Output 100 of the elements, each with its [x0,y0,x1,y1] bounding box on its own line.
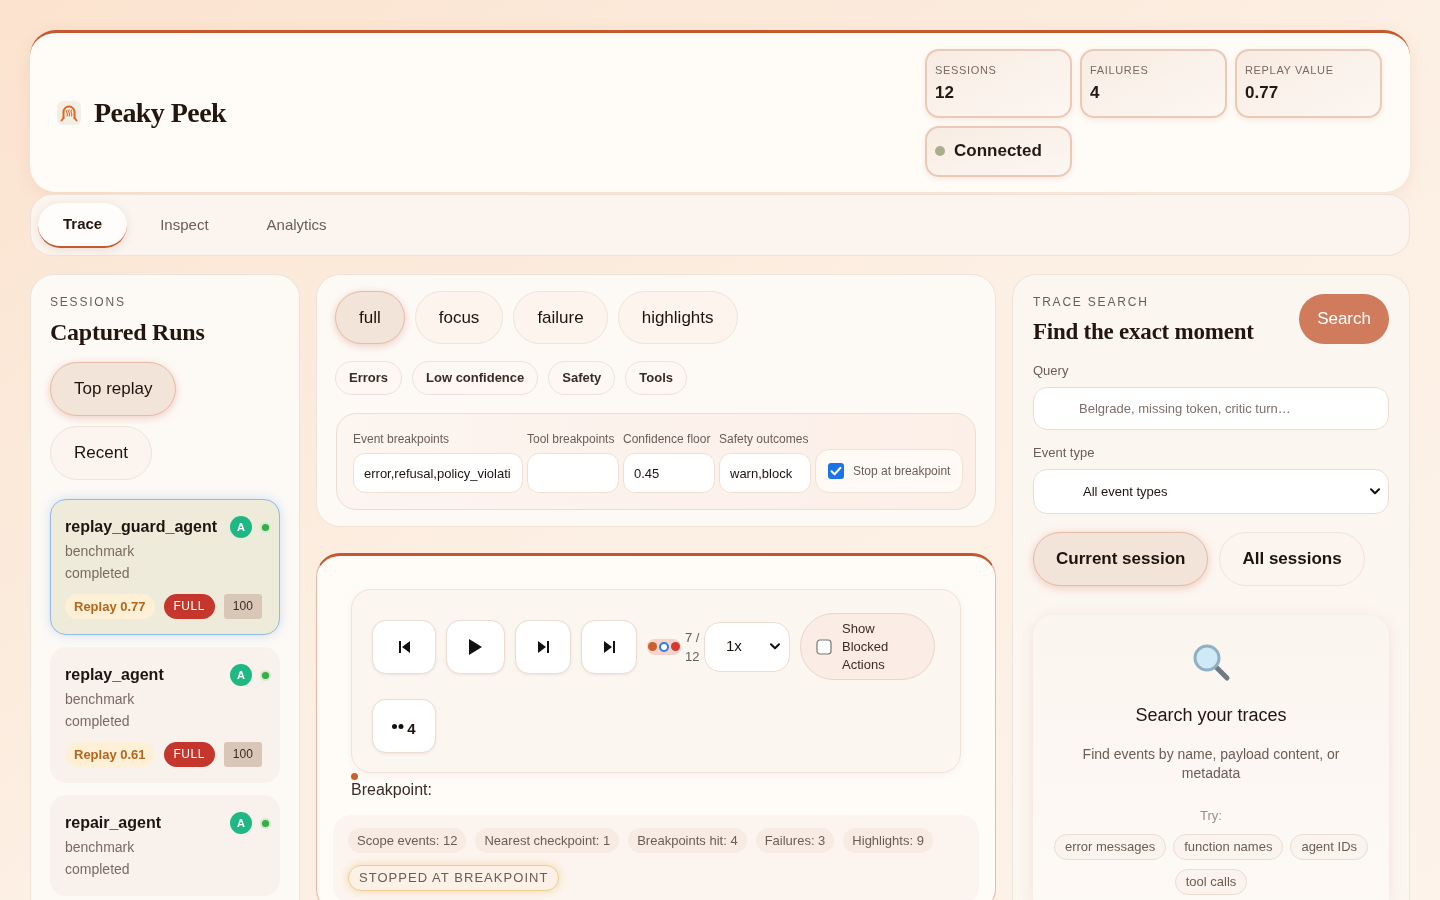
skip-forward-icon [537,640,549,653]
timeline-thumb[interactable] [659,641,669,652]
mode-badge: FULL [163,594,215,619]
panel-eyebrow: SESSIONS [50,294,127,310]
app-title: Peaky Peek [94,95,227,130]
field-label: Tool breakpoints [527,431,616,447]
stat-chip: Scope events: 12 [348,828,467,853]
sort-button[interactable]: Recent [50,426,152,480]
breakpoint-input[interactable]: 0.45 [623,453,715,493]
suggestion-chip[interactable]: function names [1173,834,1284,860]
stat-chip: Breakpoints hit: 4 [628,828,747,853]
mode-button[interactable]: failure [513,291,608,344]
mode-button[interactable]: focus [414,291,504,344]
replay-badge: Replay 0.77 [65,594,155,619]
stat-chip: Highlights: 9 [843,828,933,853]
checkbox[interactable] [828,463,844,479]
play-button[interactable] [446,619,505,674]
session-tag: benchmark [65,688,271,710]
event-type-select[interactable]: All event types [1033,469,1389,514]
status-dot-icon [260,669,271,681]
query-input[interactable]: Belgrade, missing token, critic turn… [1033,387,1389,430]
stat-label: SESSIONS [935,62,997,77]
scope-button[interactable]: All sessions [1219,532,1365,586]
skip-back-icon [398,640,410,653]
field-label: Event type [1033,444,1096,462]
panel-title: Captured Runs [50,318,206,347]
tab[interactable]: Inspect [135,202,234,248]
session-card[interactable]: replay_agent A benchmark completed Replay 0.61 FULL 100 [50,647,280,783]
tab[interactable]: Analytics [241,202,352,248]
status-dot-icon [260,817,271,829]
breakpoint-marker-icon [671,642,680,651]
stat-value: 0.77 [1245,82,1279,103]
session-tag: benchmark [65,540,271,562]
panel-title: Find the exact moment [1033,318,1254,346]
breakpoint-input[interactable] [527,453,619,493]
breakpoint-input[interactable]: warn,block [719,453,811,493]
filter-chip[interactable]: Errors [335,361,403,395]
stop-at-breakpoint-toggle[interactable]: Stop at breakpoint [815,449,964,493]
stat-label: FAILURES [1090,62,1149,77]
session-status: completed [65,860,131,879]
suggestion-chip[interactable]: tool calls [1174,869,1248,895]
sort-button[interactable]: Top replay [50,362,177,416]
session-status: completed [65,712,131,731]
filter-chip[interactable]: Low confidence [412,361,539,395]
connection-label: Connected [954,140,1042,162]
breakpoint-input[interactable]: error,refusal,policy_violati [353,453,523,493]
checkpoint-marker-icon [648,642,657,651]
agent-avatar: A [230,664,252,686]
suggestion-hint: Try: [1200,807,1222,825]
stat-chip: Nearest checkpoint: 1 [475,828,620,853]
count-badge: 100 [223,594,262,619]
tab[interactable]: Trace [38,202,128,248]
skip-back-button[interactable] [372,619,436,674]
checkbox[interactable] [816,638,832,655]
stat-chip: Failures: 3 [755,828,835,853]
step-forward-button[interactable] [515,619,571,674]
scope-button[interactable]: Current session [1033,532,1209,586]
chevron-down-icon [1370,488,1380,495]
agent-avatar: A [230,812,252,834]
logo-icon [57,100,81,125]
field-label: Confidence floor [623,431,712,447]
session-status: completed [65,564,131,583]
stat-label: REPLAY VALUE [1245,62,1334,77]
count-badge: 100 [223,742,262,767]
replay-badge: Replay 0.61 [65,742,155,767]
stat-value: 4 [1090,82,1100,103]
chevron-down-icon [770,643,780,650]
status-dot-icon [260,521,271,533]
field-label: Safety outcomes [719,431,810,447]
field-label: Query [1033,362,1070,380]
filter-chip[interactable]: Tools [625,361,687,395]
skip-forward-icon [603,640,615,653]
show-blocked-toggle[interactable]: Show Blocked Actions [800,613,935,680]
breakpoint-dot-icon [351,773,358,780]
mode-button[interactable]: full [335,291,405,344]
timeline-track[interactable] [647,638,681,655]
status-badge: STOPPED AT BREAKPOINT [348,865,560,891]
suggestion-chip[interactable]: agent IDs [1290,834,1369,860]
stat-value: 12 [935,82,954,103]
speed-select[interactable]: 1x [704,621,790,672]
search-icon [1191,642,1231,682]
position-counter: 7 / 12 [685,628,701,666]
skip-end-button[interactable] [581,619,637,674]
breakpoint-label: Breakpoint: [351,780,432,800]
suggestion-chip[interactable]: error messages [1053,834,1167,860]
panel-eyebrow: TRACE SEARCH [1033,294,1150,310]
agent-avatar: A [230,516,252,538]
two-dots-icon [392,723,405,729]
session-card[interactable]: repair_agent A benchmark completed [50,795,280,896]
mode-button[interactable]: highlights [617,291,738,344]
session-name: replay_guard_agent [65,517,219,537]
field-label: Event breakpoints [353,431,451,447]
filter-chip[interactable]: Safety [548,361,616,395]
session-name: replay_agent [65,665,165,685]
breakpoint-jump-button[interactable]: 4 [372,699,436,753]
empty-state-title: Search your traces [1135,704,1287,727]
session-name: repair_agent [65,813,163,833]
empty-state-description: Find events by name, payload content, or metadata [1081,745,1341,783]
session-tag: benchmark [65,836,271,858]
session-card[interactable]: replay_guard_agent A benchmark completed Replay 0.77 FULL 100 [50,499,280,635]
